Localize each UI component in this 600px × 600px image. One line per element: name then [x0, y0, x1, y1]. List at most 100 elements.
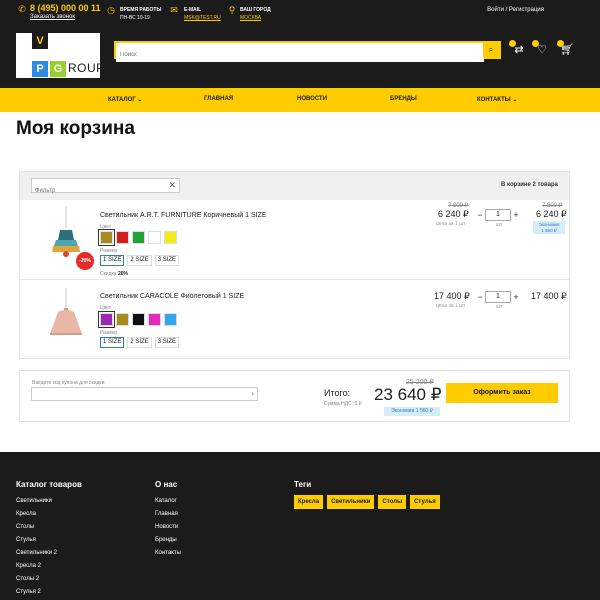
footer-link[interactable]: Светильники 2	[16, 547, 82, 560]
size-option[interactable]: 2 SIZE	[127, 337, 152, 348]
compare-button[interactable]: ⇄	[509, 40, 526, 57]
minus-button[interactable]: −	[475, 210, 485, 220]
filter-box: ✕	[31, 178, 180, 198]
size-option[interactable]: 1 SIZE	[100, 255, 125, 266]
footer-link[interactable]: Столы 2	[16, 573, 82, 586]
color-swatch[interactable]	[116, 313, 129, 326]
chevron-right-icon[interactable]: ›	[251, 388, 254, 400]
sum-price: 17 400 ₽	[531, 291, 567, 301]
cart-badge	[557, 40, 564, 47]
color-swatch[interactable]	[116, 231, 129, 244]
footer: Каталог товаров Светильники Кресла Столы…	[0, 452, 600, 600]
total-price: 23 640 ₽	[374, 385, 442, 404]
tag[interactable]: Столы	[378, 495, 407, 509]
quantity-stepper: − 1 +	[475, 291, 521, 303]
nav-item-news[interactable]: НОВОСТИ	[297, 96, 327, 102]
footer-link[interactable]: Стулья 2	[16, 586, 82, 599]
footer-link[interactable]: Кресла 2	[16, 560, 82, 573]
work-hours: Время работы ПН-ВС 10-19	[120, 6, 161, 22]
cart-header: ✕ В корзине 2 товара	[20, 172, 569, 200]
phone-icon: ✆	[18, 4, 26, 14]
coupon-input[interactable]: ›	[31, 387, 258, 401]
footer-link[interactable]: Каталог	[155, 495, 181, 508]
color-swatch[interactable]	[148, 313, 161, 326]
footer-link[interactable]: Новости	[155, 521, 181, 534]
cart-item: Светильник CARACOLE Фиолетовый 1 SIZE Цв…	[20, 282, 569, 362]
cart-button[interactable]: 🛒︎	[557, 40, 574, 57]
size-option[interactable]: 1 SIZE	[100, 337, 125, 348]
minus-button[interactable]: −	[475, 292, 485, 302]
work-hours-value: ПН-ВС 10-19	[120, 15, 150, 21]
footer-about-title: О нас	[155, 480, 178, 489]
footer-link[interactable]: Бренды	[155, 534, 181, 547]
clear-icon[interactable]: ✕	[168, 179, 176, 192]
tag[interactable]: Кресла	[294, 495, 324, 509]
product-image[interactable]	[36, 288, 96, 358]
email-link[interactable]: MSK@TEST.RU	[184, 14, 221, 22]
search-icon: ⌕	[488, 45, 494, 54]
unit-price-label: цена за 1 шт	[436, 221, 466, 227]
location-pin-icon: ⚲	[228, 5, 236, 15]
search-input[interactable]	[116, 48, 484, 62]
product-name[interactable]: Светильник CARACOLE Фиолетовый 1 SIZE	[100, 293, 244, 300]
nav-item-brands[interactable]: БРЕНДЫ	[390, 96, 417, 102]
sum-old-price: 7 800 ₽	[542, 203, 563, 209]
color-swatch[interactable]	[132, 313, 145, 326]
color-swatch[interactable]	[98, 311, 115, 328]
top-bar: ✆ 8 (495) 000 00 11 Заказать звонок ◷ Вр…	[0, 0, 600, 88]
size-option[interactable]: 2 SIZE	[127, 255, 152, 266]
color-swatch[interactable]	[148, 231, 161, 244]
search-button[interactable]: ⌕	[483, 43, 499, 57]
nav-item-home[interactable]: ГЛАВНАЯ	[204, 96, 233, 102]
logo[interactable]: V P G ROUP	[16, 33, 104, 78]
size-option[interactable]: 3 SIZE	[154, 255, 180, 266]
size-option[interactable]: 3 SIZE	[154, 337, 180, 348]
chevron-down-icon: ⌄	[137, 97, 143, 103]
quantity-input[interactable]: 1	[485, 291, 511, 303]
color-swatches	[98, 229, 177, 246]
callback-link[interactable]: Заказать звонок	[30, 14, 75, 20]
color-swatch[interactable]	[98, 229, 115, 246]
quantity-stepper: − 1 +	[475, 209, 521, 221]
footer-link[interactable]: Кресла	[16, 508, 82, 521]
footer-catalog-title: Каталог товаров	[16, 480, 82, 489]
plus-button[interactable]: +	[511, 210, 521, 220]
compare-badge	[509, 40, 516, 47]
footer-link[interactable]: Светильники	[16, 495, 82, 508]
favorites-button[interactable]: ♡	[532, 40, 549, 57]
quantity-input[interactable]: 1	[485, 209, 511, 221]
cart-panel: ✕ В корзине 2 товара -20% Светильник A.R…	[19, 171, 570, 359]
checkout-panel: Введите код купона для скидки: › Итого: …	[19, 370, 570, 422]
old-price: 7 800 ₽	[448, 203, 469, 209]
footer-link[interactable]: Главная	[155, 508, 181, 521]
nav-item-contacts[interactable]: КОНТАКТЫ ⌄	[477, 96, 517, 103]
product-name[interactable]: Светильник A.R.T. FURNITURE Коричневый 1…	[100, 212, 267, 219]
mail-icon: ✉	[170, 5, 178, 15]
color-swatch[interactable]	[132, 231, 145, 244]
cart-item: -20% Светильник A.R.T. FURNITURE Коричне…	[20, 200, 569, 280]
sale-value: 20%	[117, 271, 128, 277]
color-swatch[interactable]	[164, 313, 177, 326]
footer-tags-title: Теги	[294, 480, 312, 489]
filter-input[interactable]	[32, 184, 162, 198]
footer-link[interactable]: Столы	[16, 521, 82, 534]
size-label: Размер	[100, 330, 118, 336]
plus-button[interactable]: +	[511, 292, 521, 302]
color-swatch[interactable]	[164, 231, 177, 244]
checkout-button[interactable]: Оформить заказ	[446, 383, 558, 403]
phone-number[interactable]: 8 (495) 000 00 11	[30, 3, 101, 13]
tag[interactable]: Светильники	[327, 495, 375, 509]
footer-link[interactable]: Стулья	[16, 534, 82, 547]
nav-item-catalog[interactable]: КАТАЛОГ ⌄	[108, 96, 142, 103]
color-label: Цвет	[100, 305, 112, 311]
footer-link[interactable]: Контакты	[155, 547, 181, 560]
tag[interactable]: Стулья	[410, 495, 440, 509]
unit-price-label: цена за 1 шт	[436, 303, 466, 309]
login-link[interactable]: Войти / Регистрация	[487, 7, 544, 13]
unit-price: 17 400 ₽	[434, 291, 470, 301]
logo-letter-p: P	[32, 61, 48, 77]
heart-icon: ♡	[537, 44, 547, 56]
email-label: E-mail	[184, 7, 202, 13]
main-nav: КАТАЛОГ ⌄ ГЛАВНАЯ НОВОСТИ БРЕНДЫ КОНТАКТ…	[0, 88, 600, 112]
city-select[interactable]: МОСКВА	[240, 14, 271, 22]
